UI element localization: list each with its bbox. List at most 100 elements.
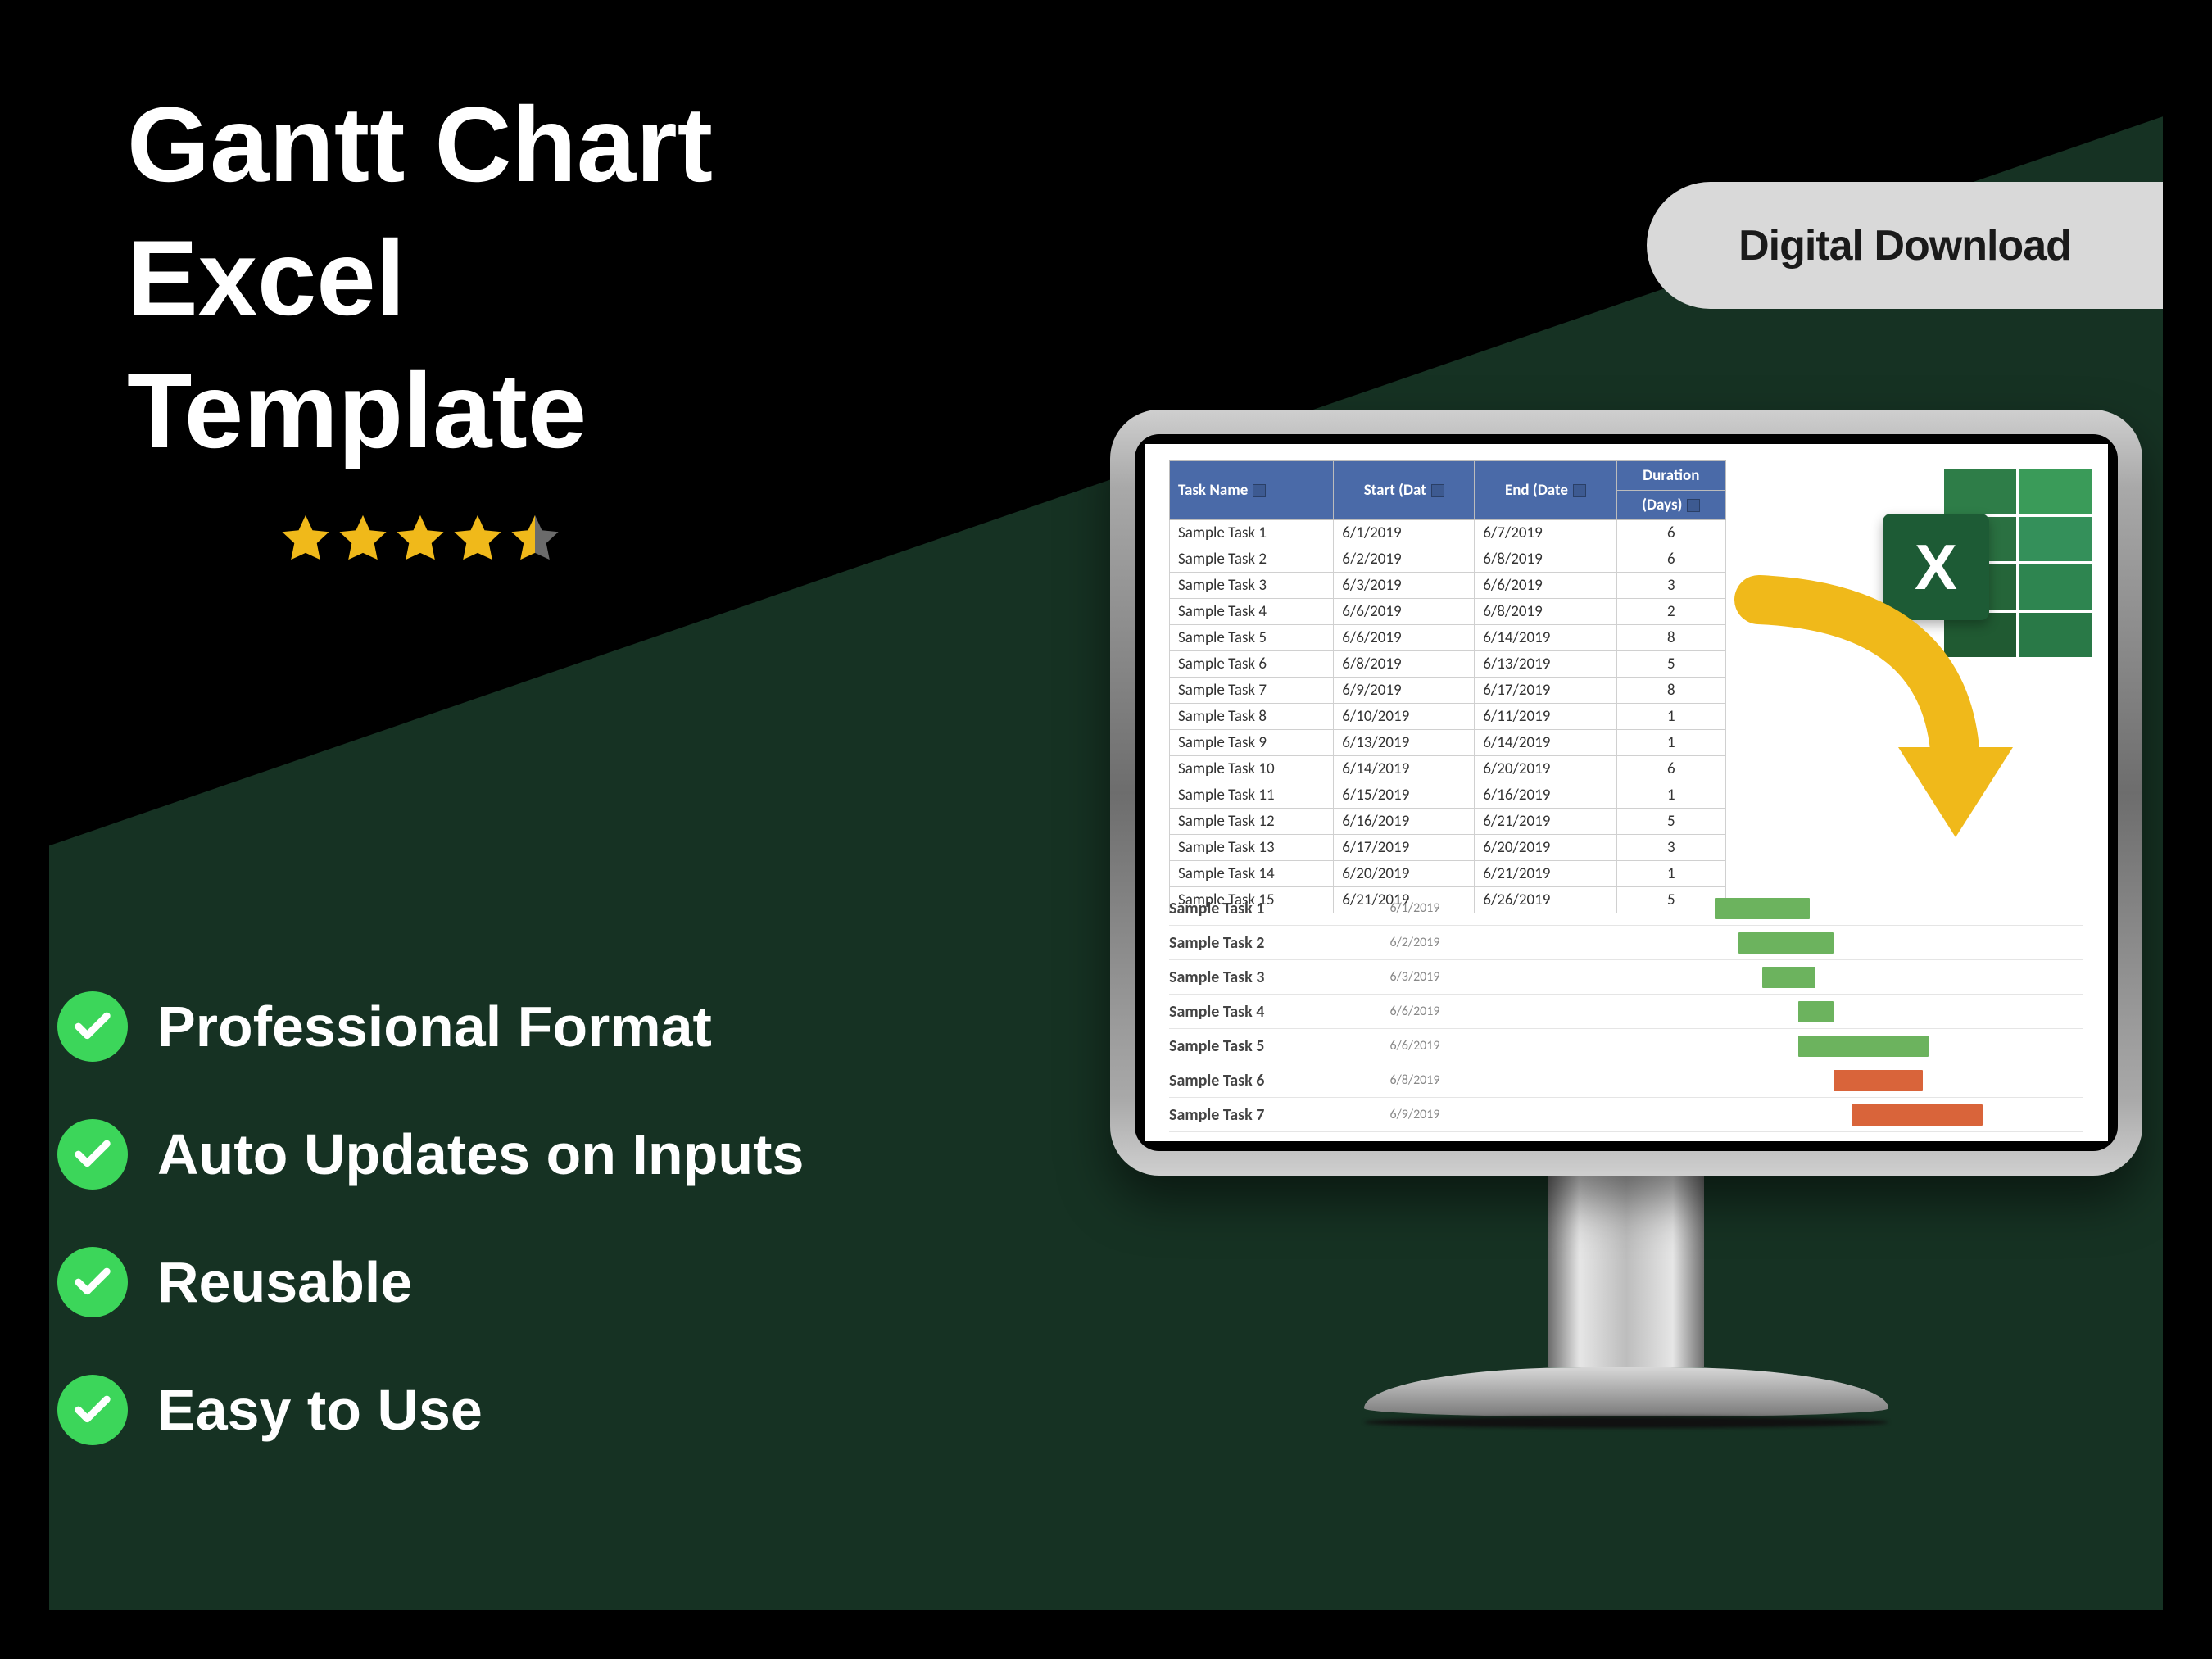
gantt-bar (1738, 932, 1834, 954)
gantt-bar-area (1489, 891, 2083, 925)
cell-days: 1 (1616, 730, 1725, 756)
gantt-date-label: 6/9/2019 (1341, 1107, 1489, 1122)
title-line-3: Template (127, 344, 713, 478)
cell-start: 6/3/2019 (1334, 573, 1475, 599)
cell-days: 3 (1616, 573, 1725, 599)
star-icon (334, 510, 392, 568)
gantt-bar (1715, 898, 1810, 919)
cell-days: 1 (1616, 704, 1725, 730)
cell-task: Sample Task 14 (1170, 861, 1334, 887)
gantt-bar (1798, 1001, 1834, 1022)
cell-days: 1 (1616, 782, 1725, 809)
cell-task: Sample Task 9 (1170, 730, 1334, 756)
cell-end: 6/14/2019 (1475, 625, 1616, 651)
feature-text: Easy to Use (157, 1377, 483, 1443)
gantt-date-label: 6/8/2019 (1341, 1072, 1489, 1088)
gantt-bar (1834, 1070, 1923, 1091)
monitor-base (1364, 1367, 1888, 1416)
table-row: Sample Task 12 6/16/2019 6/21/2019 5 (1170, 809, 1726, 835)
table-row: Sample Task 3 6/3/2019 6/6/2019 3 (1170, 573, 1726, 599)
star-icon (449, 510, 506, 568)
cell-days: 6 (1616, 546, 1725, 573)
cell-end: 6/20/2019 (1475, 835, 1616, 861)
col-dur: (Days) (1616, 491, 1725, 520)
dropdown-icon (1253, 484, 1266, 497)
monitor-illustration: Task Name Start (Dat End (Date Duration … (1110, 410, 2142, 1428)
table-row: Sample Task 6 6/8/2019 6/13/2019 5 (1170, 651, 1726, 678)
cell-task: Sample Task 11 (1170, 782, 1334, 809)
gantt-task-label: Sample Task 3 (1169, 968, 1341, 987)
cell-start: 6/14/2019 (1334, 756, 1475, 782)
gantt-row: Sample Task 4 6/6/2019 (1169, 995, 2083, 1029)
cell-end: 6/16/2019 (1475, 782, 1616, 809)
cell-days: 3 (1616, 835, 1725, 861)
cell-start: 6/6/2019 (1334, 625, 1475, 651)
cell-days: 8 (1616, 678, 1725, 704)
cell-task: Sample Task 8 (1170, 704, 1334, 730)
cell-task: Sample Task 13 (1170, 835, 1334, 861)
cell-days: 6 (1616, 756, 1725, 782)
star-icon (277, 510, 334, 568)
gantt-row: Sample Task 1 6/1/2019 (1169, 891, 2083, 926)
monitor-bezel: Task Name Start (Dat End (Date Duration … (1110, 410, 2142, 1176)
table-row: Sample Task 7 6/9/2019 6/17/2019 8 (1170, 678, 1726, 704)
cell-task: Sample Task 3 (1170, 573, 1334, 599)
gantt-row: Sample Task 3 6/3/2019 (1169, 960, 2083, 995)
table-row: Sample Task 14 6/20/2019 6/21/2019 1 (1170, 861, 1726, 887)
dropdown-icon (1687, 499, 1700, 512)
check-icon (57, 1247, 128, 1317)
table-row: Sample Task 11 6/15/2019 6/16/2019 1 (1170, 782, 1726, 809)
cell-start: 6/8/2019 (1334, 651, 1475, 678)
table-row: Sample Task 5 6/6/2019 6/14/2019 8 (1170, 625, 1726, 651)
table-row: Sample Task 4 6/6/2019 6/8/2019 2 (1170, 599, 1726, 625)
cell-task: Sample Task 10 (1170, 756, 1334, 782)
table-row: Sample Task 2 6/2/2019 6/8/2019 6 (1170, 546, 1726, 573)
cell-days: 5 (1616, 809, 1725, 835)
cell-end: 6/11/2019 (1475, 704, 1616, 730)
cell-end: 6/6/2019 (1475, 573, 1616, 599)
cell-end: 6/13/2019 (1475, 651, 1616, 678)
cell-start: 6/13/2019 (1334, 730, 1475, 756)
cell-task: Sample Task 5 (1170, 625, 1334, 651)
cell-start: 6/10/2019 (1334, 704, 1475, 730)
check-icon (57, 1119, 128, 1190)
gantt-date-label: 6/6/2019 (1341, 1038, 1489, 1054)
col-task: Task Name (1170, 461, 1334, 520)
gantt-task-label: Sample Task 5 (1169, 1036, 1341, 1056)
table-row: Sample Task 8 6/10/2019 6/11/2019 1 (1170, 704, 1726, 730)
table-row: Sample Task 13 6/17/2019 6/20/2019 3 (1170, 835, 1726, 861)
gantt-row: Sample Task 5 6/6/2019 (1169, 1029, 2083, 1063)
gantt-preview: Sample Task 1 6/1/2019 Sample Task 2 6/2… (1169, 891, 2083, 1132)
table-row: Sample Task 1 6/1/2019 6/7/2019 6 (1170, 520, 1726, 546)
col-start: Start (Dat (1334, 461, 1475, 520)
title-line-2: Excel (127, 211, 713, 345)
cell-task: Sample Task 7 (1170, 678, 1334, 704)
gantt-bar-area (1489, 1098, 2083, 1131)
cell-start: 6/1/2019 (1334, 520, 1475, 546)
gantt-bar (1762, 967, 1815, 988)
gantt-task-label: Sample Task 7 (1169, 1105, 1341, 1125)
monitor-screen: Task Name Start (Dat End (Date Duration … (1145, 444, 2108, 1141)
cell-end: 6/17/2019 (1475, 678, 1616, 704)
cell-days: 2 (1616, 599, 1725, 625)
cell-end: 6/20/2019 (1475, 756, 1616, 782)
badge-label: Digital Download (1738, 221, 2071, 270)
cell-task: Sample Task 4 (1170, 599, 1334, 625)
col-end: End (Date (1475, 461, 1616, 520)
check-icon (57, 1375, 128, 1445)
cell-end: 6/8/2019 (1475, 546, 1616, 573)
cell-start: 6/15/2019 (1334, 782, 1475, 809)
gantt-task-label: Sample Task 2 (1169, 933, 1341, 953)
cell-task: Sample Task 1 (1170, 520, 1334, 546)
gantt-date-label: 6/1/2019 (1341, 900, 1489, 916)
gantt-bar-area (1489, 1029, 2083, 1063)
cell-task: Sample Task 12 (1170, 809, 1334, 835)
gantt-date-label: 6/6/2019 (1341, 1004, 1489, 1019)
monitor-neck (1548, 1171, 1704, 1367)
star-rating (127, 502, 713, 569)
cell-start: 6/2/2019 (1334, 546, 1475, 573)
gantt-date-label: 6/3/2019 (1341, 969, 1489, 985)
gantt-bar (1798, 1036, 1929, 1057)
monitor-shadow (1364, 1416, 1888, 1428)
cell-days: 5 (1616, 651, 1725, 678)
